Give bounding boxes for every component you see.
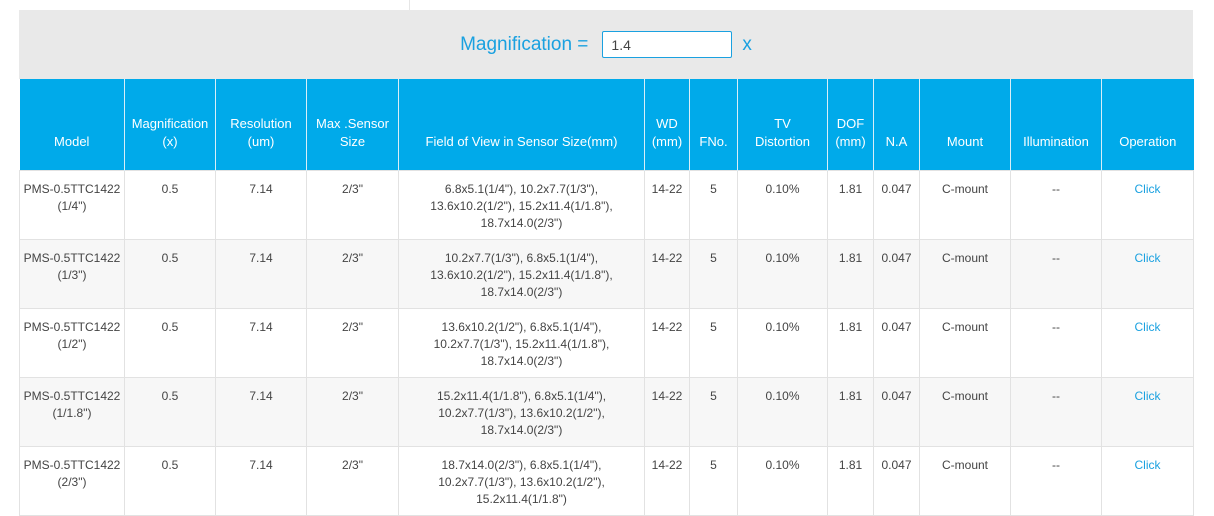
cell-resolution: 7.14	[215, 170, 307, 240]
cell-tv-distortion: 0.10%	[737, 170, 828, 240]
cell-fno: 5	[689, 377, 738, 447]
cell-fno: 5	[689, 239, 738, 309]
header-resolution: Resolution (um)	[215, 79, 307, 171]
cell-operation: Click	[1101, 308, 1194, 378]
header-mount: Mount	[919, 79, 1011, 171]
cell-magnification: 0.5	[124, 239, 216, 309]
cell-field-of-view: 13.6x10.2(1/2"), 6.8x5.1(1/4"), 10.2x7.7(…	[398, 308, 645, 378]
click-link[interactable]: Click	[1135, 389, 1161, 403]
cell-mount: C-mount	[919, 377, 1011, 447]
click-link[interactable]: Click	[1135, 458, 1161, 472]
cell-na: 0.047	[873, 446, 920, 516]
cell-tv-distortion: 0.10%	[737, 377, 828, 447]
cell-field-of-view: 10.2x7.7(1/3"), 6.8x5.1(1/4"), 13.6x10.2(…	[398, 239, 645, 309]
magnification-input[interactable]	[602, 31, 733, 58]
header-max-sensor-size: Max .Sensor Size	[306, 79, 399, 171]
lens-table: Model Magnification (x) Resolution (um) Ma…	[19, 79, 1194, 516]
cell-fno: 5	[689, 170, 738, 240]
cell-resolution: 7.14	[215, 308, 307, 378]
cell-dof: 1.81	[827, 239, 874, 309]
cell-mount: C-mount	[919, 170, 1011, 240]
cell-model: PMS-0.5TTC1422 (2/3")	[19, 446, 125, 516]
cell-tv-distortion: 0.10%	[737, 446, 828, 516]
cell-field-of-view: 18.7x14.0(2/3"), 6.8x5.1(1/4"), 10.2x7.7(…	[398, 446, 645, 516]
cell-resolution: 7.14	[215, 239, 307, 309]
click-link[interactable]: Click	[1135, 251, 1161, 265]
magnification-bar: Magnification = x	[19, 10, 1193, 79]
header-dof: DOF (mm)	[827, 79, 874, 171]
cell-na: 0.047	[873, 170, 920, 240]
click-link[interactable]: Click	[1135, 320, 1161, 334]
cell-wd: 14-22	[644, 170, 690, 240]
cell-illumination: --	[1010, 308, 1102, 378]
cell-operation: Click	[1101, 170, 1194, 240]
click-link[interactable]: Click	[1135, 182, 1161, 196]
cell-sensor-size: 2/3"	[306, 170, 399, 240]
header-magnification: Magnification (x)	[124, 79, 216, 171]
cell-mount: C-mount	[919, 308, 1011, 378]
cell-magnification: 0.5	[124, 170, 216, 240]
cell-model: PMS-0.5TTC1422 (1/4")	[19, 170, 125, 240]
cell-fno: 5	[689, 308, 738, 378]
cell-mount: C-mount	[919, 239, 1011, 309]
cell-operation: Click	[1101, 377, 1194, 447]
table-row: PMS-0.5TTC1422 (1/2") 0.5 7.14 2/3" 13.6x…	[19, 308, 1194, 378]
cell-field-of-view: 6.8x5.1(1/4"), 10.2x7.7(1/3"), 13.6x10.2(…	[398, 170, 645, 240]
cell-wd: 14-22	[644, 377, 690, 447]
magnification-unit: x	[742, 33, 752, 55]
header-tv-distortion: TV Distortion	[737, 79, 828, 171]
cell-dof: 1.81	[827, 446, 874, 516]
header-illumination: Illumination	[1010, 79, 1102, 171]
cell-mount: C-mount	[919, 446, 1011, 516]
header-field-of-view: Field of View in Sensor Size(mm)	[398, 79, 645, 171]
header-operation: Operation	[1101, 79, 1194, 171]
table-row: PMS-0.5TTC1422 (1/4") 0.5 7.14 2/3" 6.8x5…	[19, 170, 1194, 240]
cell-wd: 14-22	[644, 239, 690, 309]
table-row: PMS-0.5TTC1422 (1/3") 0.5 7.14 2/3" 10.2x…	[19, 239, 1194, 309]
cell-magnification: 0.5	[124, 446, 216, 516]
cell-sensor-size: 2/3"	[306, 377, 399, 447]
cell-operation: Click	[1101, 446, 1194, 516]
cell-illumination: --	[1010, 239, 1102, 309]
cell-operation: Click	[1101, 239, 1194, 309]
cell-na: 0.047	[873, 239, 920, 309]
table-header-row: Model Magnification (x) Resolution (um) Ma…	[19, 79, 1194, 171]
cell-sensor-size: 2/3"	[306, 308, 399, 378]
table-row: PMS-0.5TTC1422 (2/3") 0.5 7.14 2/3" 18.7x…	[19, 446, 1194, 516]
cell-resolution: 7.14	[215, 446, 307, 516]
cell-model: PMS-0.5TTC1422 (1/1.8")	[19, 377, 125, 447]
cell-magnification: 0.5	[124, 377, 216, 447]
cell-illumination: --	[1010, 170, 1102, 240]
cell-wd: 14-22	[644, 308, 690, 378]
cell-dof: 1.81	[827, 170, 874, 240]
cell-sensor-size: 2/3"	[306, 239, 399, 309]
cell-tv-distortion: 0.10%	[737, 308, 828, 378]
cell-sensor-size: 2/3"	[306, 446, 399, 516]
cell-model: PMS-0.5TTC1422 (1/3")	[19, 239, 125, 309]
cell-model: PMS-0.5TTC1422 (1/2")	[19, 308, 125, 378]
magnification-label: Magnification =	[460, 33, 589, 55]
cell-dof: 1.81	[827, 308, 874, 378]
top-divider	[409, 0, 410, 10]
cell-na: 0.047	[873, 308, 920, 378]
cell-illumination: --	[1010, 377, 1102, 447]
cell-wd: 14-22	[644, 446, 690, 516]
cell-magnification: 0.5	[124, 308, 216, 378]
header-na: N.A	[873, 79, 920, 171]
cell-na: 0.047	[873, 377, 920, 447]
header-model: Model	[19, 79, 125, 171]
table-row: PMS-0.5TTC1422 (1/1.8") 0.5 7.14 2/3" 15.…	[19, 377, 1194, 447]
header-fno: FNo.	[689, 79, 738, 171]
cell-dof: 1.81	[827, 377, 874, 447]
header-wd: WD (mm)	[644, 79, 690, 171]
cell-field-of-view: 15.2x11.4(1/1.8"), 6.8x5.1(1/4"), 10.2x7.…	[398, 377, 645, 447]
cell-fno: 5	[689, 446, 738, 516]
lens-selector-panel: Magnification = x Model Magnification(x)…	[19, 10, 1194, 516]
cell-tv-distortion: 0.10%	[737, 239, 828, 309]
cell-illumination: --	[1010, 446, 1102, 516]
cell-resolution: 7.14	[215, 377, 307, 447]
